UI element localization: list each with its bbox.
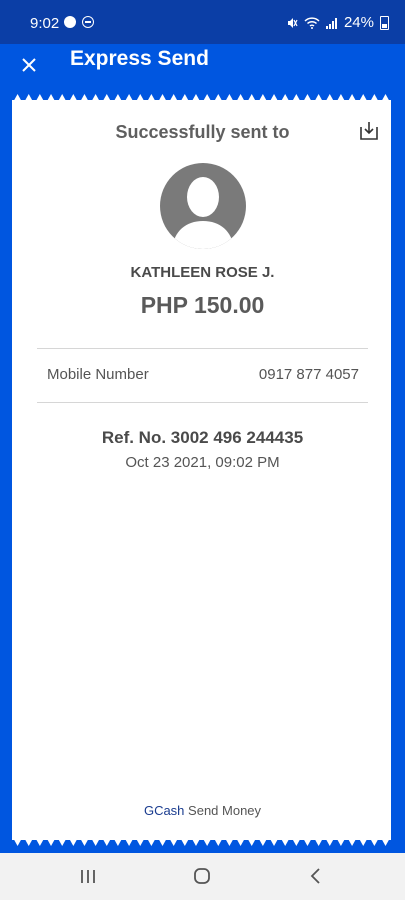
mobile-number-value: 0917 877 4057: [258, 366, 359, 383]
avatar-placeholder-icon: [172, 177, 234, 249]
recent-apps-icon[interactable]: [68, 863, 108, 889]
reference-number: Ref. No. 3002 496 244435: [101, 428, 304, 447]
divider: [37, 348, 368, 349]
mute-icon: [287, 17, 298, 28]
close-button[interactable]: [14, 50, 44, 80]
divider: [37, 402, 368, 403]
back-icon[interactable]: [296, 863, 336, 889]
recipient-avatar: [160, 163, 246, 249]
status-time: 9:02: [30, 15, 60, 32]
notification-icons: [64, 16, 94, 28]
battery-percent: 24%: [343, 14, 374, 31]
signal-icon: [325, 17, 337, 29]
system-nav-bar: [0, 853, 405, 900]
download-icon[interactable]: [358, 120, 380, 142]
wifi-icon: [304, 16, 320, 29]
recipient-name: KATHLEEN ROSE J.: [130, 264, 275, 281]
amount-sent: PHP 150.00: [140, 292, 265, 318]
status-bar: 9:02 24%: [0, 0, 405, 44]
success-heading: Successfully sent to: [115, 122, 290, 142]
battery-icon: [380, 15, 389, 30]
gcash-brand: GCash: [143, 803, 185, 818]
mobile-number-label: Mobile Number: [47, 366, 149, 383]
messenger-icon: [64, 16, 76, 28]
page-title: Express Send: [70, 47, 209, 70]
app-header: Express Send: [0, 44, 405, 100]
status-right: 24%: [286, 14, 389, 31]
transaction-timestamp: Oct 23 2021, 09:02 PM: [125, 454, 280, 471]
footer-brand: GCash Send Money: [0, 803, 405, 818]
service-name: Send Money: [188, 803, 262, 818]
home-icon[interactable]: [182, 863, 222, 889]
close-icon: [22, 58, 36, 72]
do-not-disturb-icon: [82, 16, 94, 28]
receipt-bottom-edge: [12, 836, 391, 846]
